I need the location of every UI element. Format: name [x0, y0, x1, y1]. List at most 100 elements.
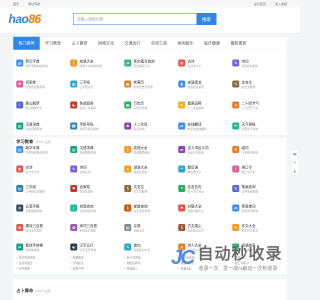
search-input[interactable] [73, 13, 197, 25]
mail-icon[interactable]: ✉ [291, 158, 299, 166]
app-title: 成语故事 [241, 243, 256, 247]
app-item[interactable]: ☀ 二十四节气 二十四节气表 [232, 101, 286, 111]
tab-latest[interactable]: 最新更新 [225, 37, 252, 50]
app-item[interactable]: ♞ 成语接龙 成语接龙游戏 [178, 80, 232, 90]
app-text: 绕口令 绕口令大全 [242, 165, 256, 174]
phone-icon[interactable]: ☎ [291, 150, 298, 158]
app-item[interactable]: ⇄ 在线翻译 中英文在线翻译 [178, 122, 232, 132]
top-bar-left: 首页 网址导航 [13, 1, 40, 6]
tab-transport[interactable]: 交通出行 [119, 37, 146, 50]
app-item[interactable]: ❝ 歇后语 歇后语大全 [178, 165, 232, 175]
app-item[interactable]: ▤ 汉语词典 汉语词典查询 [16, 122, 70, 132]
app-item[interactable]: ✿ 唐诗三百首 唐诗全文赏析 [16, 223, 70, 233]
app-item[interactable]: ☯ 免费算命 生辰八字算命 [70, 101, 124, 111]
app-item[interactable]: ✎ 文言文 文言文翻译 [232, 80, 286, 90]
app-desc: 词语造句大全 [133, 248, 151, 252]
app-item[interactable]: ☎ 手机号码 手机号码归属地 [70, 122, 124, 132]
add-favorite-link[interactable]: 加入收藏 [270, 1, 287, 6]
hot-panel: 热门推荐 学习教育 占卜算命 网络文化 交通出行 实用工具 休闲娱乐 医疗健康 … [13, 36, 287, 136]
app-item[interactable]: ▦ 老黄历 老黄历吉日查询 [124, 80, 178, 90]
app-item[interactable]: ✎ 笔画查询 汉字笔画笔顺 [232, 184, 286, 194]
app-item[interactable]: ⇄ 繁体字转换 简繁体转换 [16, 243, 70, 253]
app-title: 汉语词典 [25, 122, 40, 126]
site-logo[interactable]: hao86 [9, 12, 42, 26]
quick-link[interactable]: 五笔打字 [70, 266, 124, 272]
header: hao86 搜索 [0, 7, 300, 34]
app-item[interactable]: ✎ 组词 汉字组词查询 [232, 145, 286, 155]
app-item[interactable]: § 文言文 文言文翻译 [124, 184, 178, 194]
app-item[interactable]: § 部首查询 汉字部首查询 [124, 204, 178, 214]
app-item[interactable]: ✿ 宋词三百首 宋词全文赏析 [70, 223, 124, 233]
app-item[interactable]: ▤ 三字经 三字经全文 [70, 80, 124, 90]
app-item[interactable]: ♪ 绕口令 绕口令大全 [232, 165, 286, 175]
tab-internet-culture[interactable]: 网络文化 [93, 37, 120, 50]
app-item[interactable]: ⇄ 近义词反义词 近反义词查询 [178, 145, 232, 155]
app-text: 歇后语 歇后语大全 [188, 165, 202, 174]
app-item[interactable]: ✎ 诗词 诗词名句 [70, 165, 124, 175]
app-title: 部首查询 [133, 204, 148, 208]
clover-icon: ☘ [124, 122, 132, 130]
app-text: 成语大全 成语大全在线查询 [80, 59, 102, 68]
app-item[interactable]: ✿ 古诗 古诗文大全 [16, 165, 70, 175]
quick-link[interactable]: 作文素材 [232, 266, 286, 272]
app-item[interactable]: ✎ 诗词 诗词名句查询 [232, 59, 286, 69]
quick-link[interactable]: 汉字笔顺 [16, 266, 70, 272]
tab-entertainment[interactable]: 休闲娱乐 [172, 37, 199, 50]
app-item[interactable]: ✿ 古诗 古诗词大全 [178, 59, 232, 69]
app-item[interactable]: ⚙ 五笔字根 五笔编码查询 [16, 204, 70, 214]
app-item[interactable]: ▤ 三字经 三字经全文解释 [16, 184, 70, 194]
app-title: 宋词三百首 [79, 223, 98, 228]
app-title: 周公解梦 [25, 101, 40, 105]
app-item[interactable]: ❝ 成语故事 成语典故大全 [232, 243, 286, 253]
app-item[interactable]: ⇄ 英语单词 英语单词查询 [232, 204, 286, 214]
app-item[interactable]: ▤ 新华字典 汉字拼音笔画查询 [16, 145, 70, 155]
tab-education[interactable]: 学习教育 [40, 37, 67, 50]
app-text: 汉语词典 词语解释查询 [80, 145, 97, 155]
app-text: 诗人大全 古代诗人查询 [188, 243, 205, 252]
app-item[interactable]: ❝ 名言名句 名人名言大全 [178, 184, 232, 194]
top-link-nav[interactable]: 网址导航 [23, 1, 40, 6]
app-item[interactable]: ★ 诗人大全 古代诗人查询 [178, 243, 232, 253]
app-item[interactable]: ▤ 论语 论语全文 [124, 223, 178, 233]
app-title: 星座运势 [187, 101, 202, 105]
app-item[interactable]: ☾ 周公解梦 周公解梦大全 [16, 101, 70, 111]
app-item[interactable]: ☯ 汉字五行 汉字五行查询 [70, 243, 124, 253]
app-item[interactable]: ▤ 新华字典 新华字典在线查询 [16, 59, 70, 69]
app-item[interactable]: ★ 谜语大全 谜语及答案 [124, 165, 178, 175]
app-desc: 汉字组词查询 [241, 151, 259, 154]
app-item[interactable]: § 成语大全 成语大全在线查询 [70, 59, 124, 69]
tab-fortune[interactable]: 占卜算命 [66, 37, 93, 50]
app-item[interactable]: ⇄ 英文缩写查询 英文缩写大全 [124, 59, 178, 69]
app-item[interactable]: ♪ 拼音查询 汉字拼音查询 [70, 204, 124, 214]
app-item[interactable]: ⚑ 对联大全 春联对联大全 [178, 204, 232, 214]
tab-hot[interactable]: 热门推荐 [13, 36, 40, 50]
tab-tools[interactable]: 实用工具 [146, 37, 173, 50]
book-icon: ▤ [16, 122, 24, 130]
app-item[interactable]: § 古文观止 古文观止全文 [178, 223, 232, 233]
app-text: 汉语词典 汉语词典查询 [26, 122, 43, 131]
app-item[interactable]: ☘ 十二生肖 生肖查询 [124, 122, 178, 132]
app-item[interactable]: ▤ 汉语词典 词语解释查询 [70, 145, 124, 155]
search-button[interactable]: 搜索 [196, 13, 217, 25]
top-link-home[interactable]: 首页 [13, 2, 19, 6]
app-item[interactable]: ▦ 万年历 万年历查询 [124, 101, 178, 111]
app-item[interactable]: ✎ 作文大全 优秀作文范文 [232, 223, 286, 233]
set-homepage-link[interactable]: 设为首页 [254, 2, 266, 6]
app-item[interactable]: ⚑ 百家姓 百家姓起源查询 [16, 80, 70, 90]
app-item[interactable]: ★ 星座运势 十二星座运势 [178, 101, 232, 111]
app-item[interactable]: § 成语大全 成语解释出处 [124, 145, 178, 155]
hot-apps-grid: ▤ 新华字典 新华字典在线查询 § 成语大全 成语大全在线查询 ⇄ 英文缩写查询 英文缩写大全 ✿… [16, 59, 286, 132]
app-desc: 论语全文 [133, 229, 145, 232]
app-title: 文言文 [241, 80, 253, 84]
quick-link[interactable]: 英语音标 [178, 266, 232, 272]
back-to-top-icon[interactable]: ▲ [291, 166, 299, 175]
quick-link[interactable]: 拼音输入 [124, 266, 178, 272]
section-count: (共30个应用) [35, 140, 52, 144]
scroll-icon: § [70, 59, 78, 67]
tab-health[interactable]: 医疗健康 [199, 37, 226, 50]
app-title: 英语单词 [241, 204, 256, 208]
app-item[interactable]: ✎ 造句 词语造句大全 [124, 243, 178, 253]
app-item[interactable]: ☂ 天气预报 全国天气查询 [232, 122, 286, 132]
app-text: 造句 词语造句大全 [134, 243, 151, 252]
app-item[interactable]: ⚑ 百家姓 百家姓排名 [70, 184, 124, 194]
